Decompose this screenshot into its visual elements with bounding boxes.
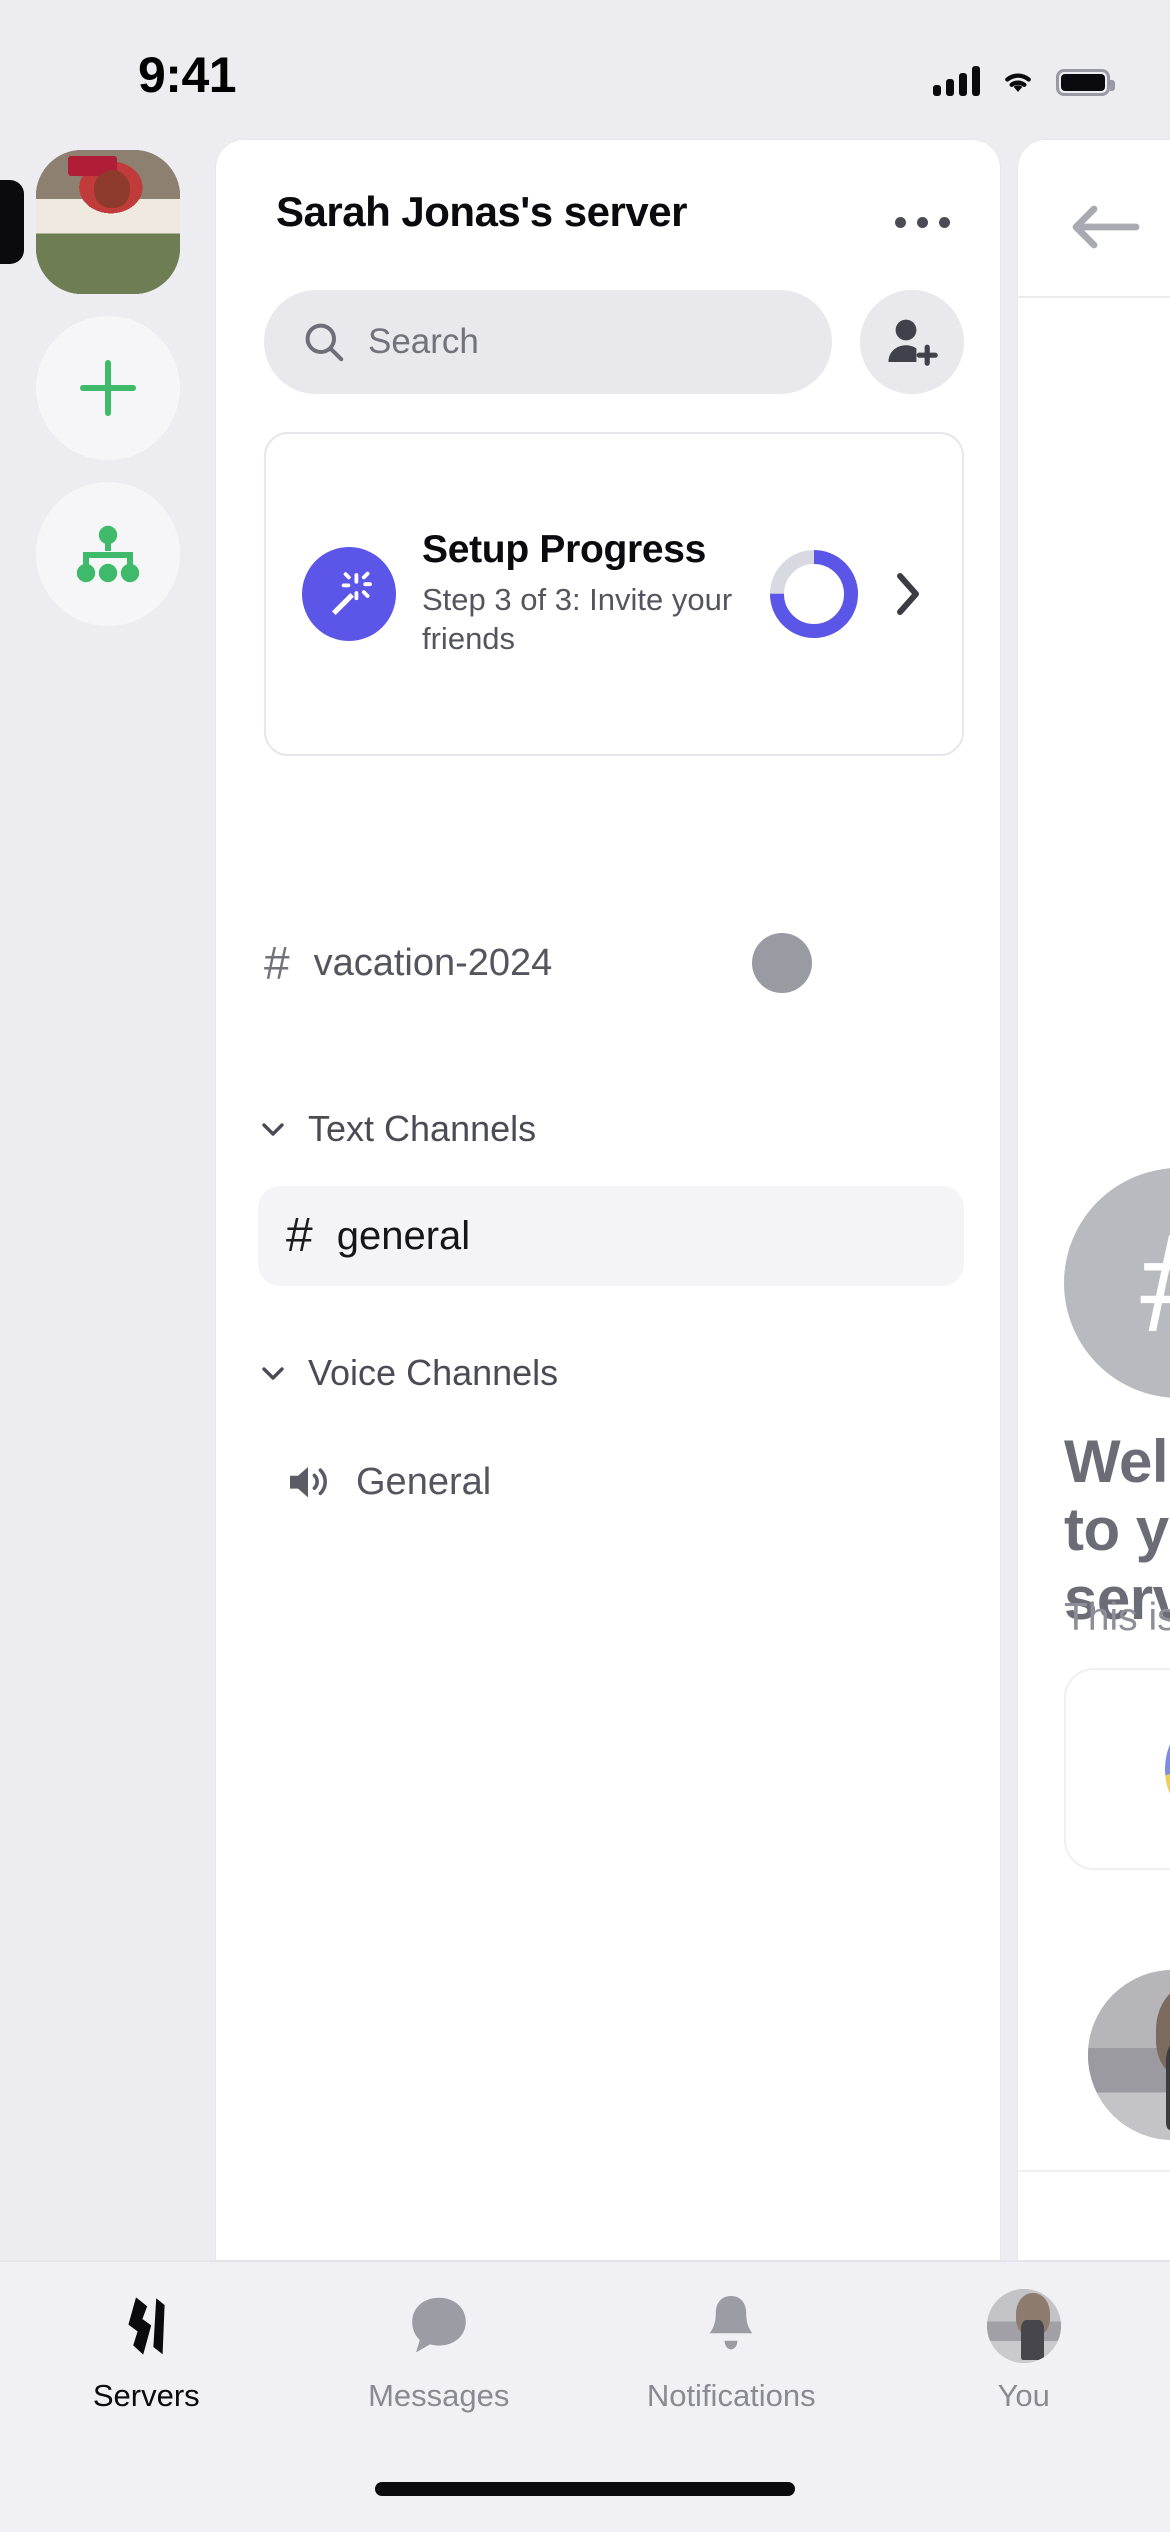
arrow-left-icon (1072, 205, 1140, 249)
member-avatar[interactable] (1088, 1970, 1170, 2140)
hash-icon: # (1140, 1213, 1170, 1353)
channel-name: general (336, 1213, 471, 1258)
tab-bar: Servers Messages Notifications You (0, 2260, 1170, 2532)
tab-you[interactable]: You (878, 2262, 1170, 2458)
ellipsis-icon (894, 216, 906, 228)
channel-avatar: # (1064, 1168, 1170, 1398)
avatar (1088, 1970, 1170, 2140)
phone-screen: 9:41 Wel to y serv This is Sarah Jonas's… (0, 0, 1170, 2532)
hierarchy-icon (76, 525, 140, 583)
plus-icon (80, 360, 136, 416)
person-add-icon (888, 319, 938, 366)
channel-item-general[interactable]: # general (258, 1186, 964, 1286)
cellular-signal-icon (933, 64, 980, 96)
home-indicator (375, 2482, 795, 2496)
tab-messages[interactable]: Messages (293, 2262, 586, 2458)
channel-name: General (356, 1460, 492, 1503)
section-label: Voice Channels (308, 1352, 559, 1393)
back-button[interactable] (1066, 188, 1156, 266)
search-row: Search (264, 290, 964, 394)
magic-wand-icon (332, 571, 372, 615)
section-label: Text Channels (308, 1108, 537, 1149)
add-server-button[interactable] (36, 316, 180, 460)
setup-text: Setup Progress Step 3 of 3: Invite your … (422, 527, 740, 658)
search-icon (305, 323, 344, 362)
page-title: Sarah Jonas's server (276, 188, 687, 235)
invite-people-button[interactable] (860, 290, 964, 394)
channel-name: vacation-2024 (313, 941, 553, 984)
section-header-text-channels[interactable]: Text Channels (256, 1108, 536, 1150)
search-placeholder: Search (368, 322, 479, 361)
server-panel: Sarah Jonas's server Search Setup Progre… (216, 140, 1000, 2260)
setup-progress-ring (770, 550, 858, 638)
servers-icon (111, 2290, 181, 2362)
search-input[interactable]: Search (264, 290, 832, 394)
bell-icon (700, 2290, 762, 2362)
channel-item-voice-general[interactable]: General (258, 1432, 964, 1532)
peek-subtitle: This is the (1064, 1596, 1170, 1639)
setup-progress-card[interactable]: Setup Progress Step 3 of 3: Invite your … (264, 432, 964, 756)
wifi-icon (1005, 73, 1031, 92)
hash-icon: # (286, 1209, 313, 1262)
peek-divider (1018, 296, 1170, 298)
status-bar-time: 9:41 (138, 47, 237, 103)
server-menu-button[interactable] (886, 202, 958, 242)
avatar (36, 150, 180, 294)
tab-notifications[interactable]: Notifications (585, 2262, 878, 2458)
chat-bubble-icon (405, 2290, 473, 2362)
user-avatar-icon (986, 2289, 1061, 2363)
setup-subtitle: Step 3 of 3: Invite your friends (422, 582, 733, 657)
tab-label: Notifications (646, 2378, 816, 2413)
chevron-right-icon (897, 573, 919, 615)
tab-servers[interactable]: Servers (0, 2262, 293, 2458)
chevron-down-icon (262, 1367, 284, 1380)
setup-card-chevron (888, 570, 928, 618)
sidebar-item-server-avatar[interactable] (36, 150, 180, 294)
chevron-down-icon (262, 1123, 284, 1136)
hash-icon: # (264, 937, 290, 989)
channel-item-vacation-2024[interactable]: # vacation-2024 (264, 940, 552, 986)
setup-title: Setup Progress (422, 527, 707, 571)
status-bar-indicators (933, 56, 1115, 96)
tab-label: Messages (368, 2378, 510, 2413)
server-rail (0, 150, 216, 2260)
setup-icon-badge (302, 547, 396, 641)
discover-servers-button[interactable] (36, 482, 180, 626)
status-bar: 9:41 (0, 0, 1170, 150)
tab-label: Servers (92, 2378, 200, 2413)
speaker-icon (290, 1467, 327, 1498)
peek-bottom-divider (1018, 2170, 1170, 2172)
battery-icon (1056, 69, 1115, 96)
active-server-indicator (0, 180, 24, 264)
channel-peek-panel: # Welcome to your server This is the (1018, 140, 1170, 2260)
globe-emoji-icon (1165, 1705, 1170, 1833)
peek-embed-card[interactable] (1064, 1668, 1170, 1870)
touch-indicator (752, 933, 812, 993)
tab-label: You (997, 2378, 1050, 2413)
avatar (986, 2289, 1061, 2363)
section-header-voice-channels[interactable]: Voice Channels (256, 1352, 558, 1394)
